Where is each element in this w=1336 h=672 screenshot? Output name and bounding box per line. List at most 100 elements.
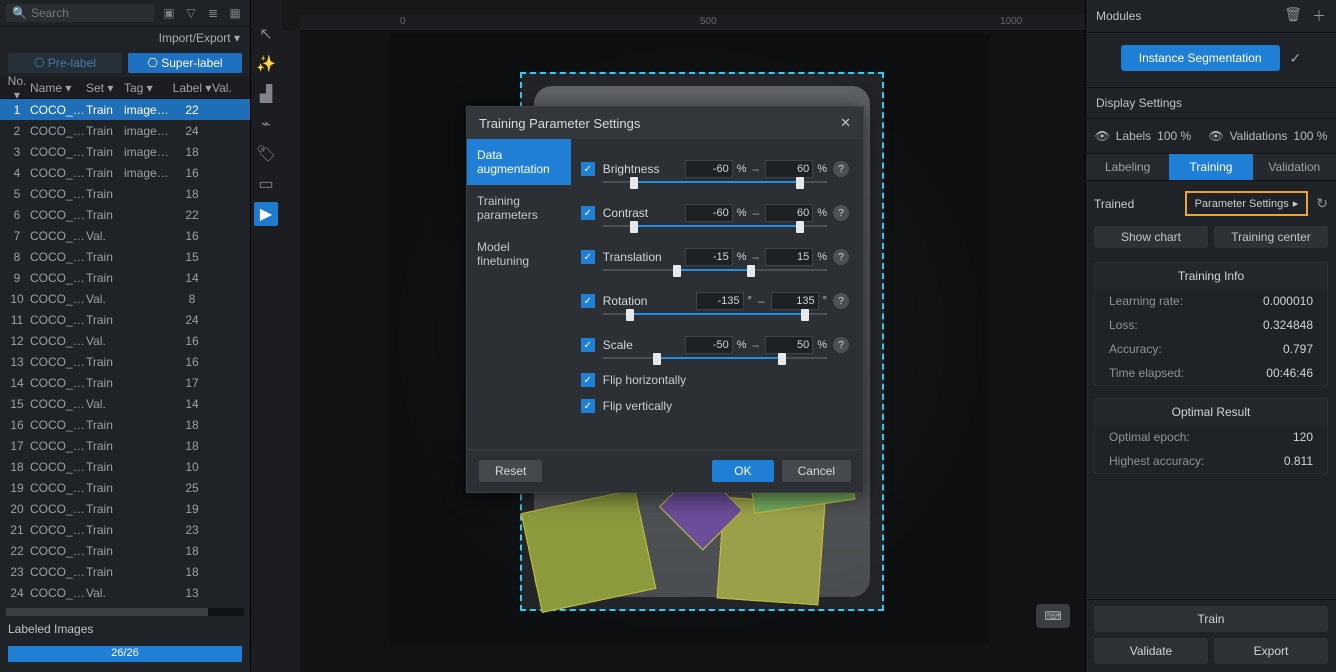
eye-icon[interactable]: 👁 bbox=[1095, 129, 1110, 143]
table-row[interactable]: 6COCO_v...Train22 bbox=[0, 204, 250, 225]
eye-icon[interactable]: 👁 bbox=[1208, 129, 1223, 143]
training-center-button[interactable]: Training center bbox=[1214, 226, 1328, 248]
checkbox[interactable]: ✓ bbox=[581, 399, 595, 413]
table-row[interactable]: 22COCO_v...Train18 bbox=[0, 540, 250, 561]
tag-icon[interactable]: 🏷 bbox=[254, 142, 278, 166]
stamp-icon[interactable]: ▟ bbox=[254, 82, 278, 106]
min-input[interactable] bbox=[685, 248, 733, 266]
table-hscroll[interactable] bbox=[6, 608, 244, 616]
col-no[interactable]: No. ▾ bbox=[4, 74, 30, 102]
train-button[interactable]: Train bbox=[1094, 606, 1328, 632]
reload-icon[interactable]: ↻ bbox=[1316, 195, 1328, 212]
table-row[interactable]: 11COCO_v...Train24 bbox=[0, 309, 250, 330]
marquee-icon[interactable]: ▭ bbox=[254, 172, 278, 196]
range-slider[interactable] bbox=[603, 353, 827, 363]
table-row[interactable]: 20COCO_v...Train19 bbox=[0, 498, 250, 519]
checkbox[interactable]: ✓ bbox=[581, 294, 595, 308]
list-toolbar: ▣ ▽ ≣ ▦ bbox=[160, 4, 244, 22]
max-input[interactable] bbox=[771, 292, 819, 310]
table-row[interactable]: 21COCO_v...Train23 bbox=[0, 519, 250, 540]
keyboard-icon[interactable]: ⌨ bbox=[1036, 604, 1070, 628]
table-row[interactable]: 23COCO_v...Train18 bbox=[0, 561, 250, 582]
parameter-settings-button[interactable]: Parameter Settings ▸ bbox=[1185, 191, 1309, 216]
table-row[interactable]: 17COCO_v...Train18 bbox=[0, 435, 250, 456]
prelabel-button[interactable]: ⎔ Pre-label bbox=[8, 53, 122, 73]
min-input[interactable] bbox=[696, 292, 744, 310]
wand-icon[interactable]: ✨ bbox=[254, 52, 278, 76]
superlabel-button[interactable]: ⎔ Super-label bbox=[128, 53, 242, 73]
min-input[interactable] bbox=[685, 336, 733, 354]
col-tag[interactable]: Tag ▾ bbox=[124, 81, 172, 95]
checkbox[interactable]: ✓ bbox=[581, 250, 595, 264]
show-chart-button[interactable]: Show chart bbox=[1094, 226, 1208, 248]
col-set[interactable]: Set ▾ bbox=[86, 81, 124, 95]
range-slider[interactable] bbox=[603, 265, 827, 275]
table-row[interactable]: 2COCO_v...Trainimage_...24 bbox=[0, 120, 250, 141]
module-pill[interactable]: Instance Segmentation bbox=[1121, 45, 1280, 71]
table-row[interactable]: 15COCO_v...Val.14 bbox=[0, 393, 250, 414]
min-input[interactable] bbox=[685, 204, 733, 222]
trash-icon[interactable]: 🗑 bbox=[1284, 6, 1302, 26]
kv-val: 00:46:46 bbox=[1266, 366, 1313, 380]
table-row[interactable]: 19COCO_v...Train25 bbox=[0, 477, 250, 498]
max-input[interactable] bbox=[765, 248, 813, 266]
import-export-menu[interactable]: Import/Export ▾ bbox=[0, 27, 250, 49]
modal-tab-finetuning[interactable]: Model finetuning bbox=[467, 231, 571, 277]
funnel-icon[interactable]: ▽ bbox=[182, 4, 200, 22]
close-icon[interactable]: ✕ bbox=[840, 115, 851, 131]
table-row[interactable]: 9COCO_v...Train14 bbox=[0, 267, 250, 288]
col-val[interactable]: Val. bbox=[212, 81, 242, 95]
checkbox[interactable]: ✓ bbox=[581, 373, 595, 387]
modal-tab-augmentation[interactable]: Data augmentation bbox=[467, 139, 571, 185]
check-icon[interactable]: ✓ bbox=[1290, 50, 1302, 67]
table-row[interactable]: 14COCO_v...Train17 bbox=[0, 372, 250, 393]
help-icon[interactable]: ? bbox=[833, 337, 849, 353]
checkbox[interactable]: ✓ bbox=[581, 206, 595, 220]
reset-button[interactable]: Reset bbox=[479, 460, 542, 482]
cursor-icon[interactable]: ↖ bbox=[254, 22, 278, 46]
checkbox[interactable]: ✓ bbox=[581, 338, 595, 352]
max-input[interactable] bbox=[765, 160, 813, 178]
cancel-button[interactable]: Cancel bbox=[782, 460, 851, 482]
plus-icon[interactable]: ＋ bbox=[1312, 6, 1326, 26]
ok-button[interactable]: OK bbox=[712, 460, 773, 482]
checkbox[interactable]: ✓ bbox=[581, 162, 595, 176]
table-row[interactable]: 4COCO_v...Trainimage_...16 bbox=[0, 162, 250, 183]
table-row[interactable]: 5COCO_v...Train18 bbox=[0, 183, 250, 204]
table-row[interactable]: 24COCO_v...Val.13 bbox=[0, 582, 250, 603]
max-input[interactable] bbox=[765, 204, 813, 222]
search-input[interactable]: 🔍 Search bbox=[6, 4, 154, 22]
min-input[interactable] bbox=[685, 160, 733, 178]
export-button[interactable]: Export bbox=[1214, 638, 1328, 664]
col-name[interactable]: Name ▾ bbox=[30, 81, 86, 95]
table-row[interactable]: 1COCO_v...Trainimage_...22 bbox=[0, 99, 250, 120]
table-row[interactable]: 12COCO_v...Val.16 bbox=[0, 330, 250, 351]
polyline-icon[interactable]: ⌁ bbox=[254, 112, 278, 136]
validate-button[interactable]: Validate bbox=[1094, 638, 1208, 664]
col-label[interactable]: Label ▾ bbox=[172, 81, 212, 95]
list-icon[interactable]: ≣ bbox=[204, 4, 222, 22]
modal-tab-training-params[interactable]: Training parameters bbox=[467, 185, 571, 231]
table-row[interactable]: 13COCO_v...Train16 bbox=[0, 351, 250, 372]
table-row[interactable]: 8COCO_v...Train15 bbox=[0, 246, 250, 267]
help-icon[interactable]: ? bbox=[833, 293, 849, 309]
table-row[interactable]: 10COCO_v...Val.8 bbox=[0, 288, 250, 309]
range-slider[interactable] bbox=[603, 177, 827, 187]
help-icon[interactable]: ? bbox=[833, 161, 849, 177]
grid-icon[interactable]: ▦ bbox=[226, 4, 244, 22]
help-icon[interactable]: ? bbox=[833, 249, 849, 265]
range-slider[interactable] bbox=[603, 309, 827, 319]
tab-training[interactable]: Training bbox=[1169, 154, 1252, 180]
range-slider[interactable] bbox=[603, 221, 827, 231]
advance-icon[interactable]: ▶ bbox=[254, 202, 278, 226]
tab-labeling[interactable]: Labeling bbox=[1086, 154, 1169, 180]
table-row[interactable]: 18COCO_v...Train10 bbox=[0, 456, 250, 477]
tab-validation[interactable]: Validation bbox=[1253, 154, 1336, 180]
table-row[interactable]: 16COCO_v...Train18 bbox=[0, 414, 250, 435]
max-input[interactable] bbox=[765, 336, 813, 354]
image-filter-icon[interactable]: ▣ bbox=[160, 4, 178, 22]
table-row[interactable]: 7COCO_v...Val.16 bbox=[0, 225, 250, 246]
aug-rotation: ✓Rotation°–°? bbox=[581, 279, 849, 323]
help-icon[interactable]: ? bbox=[833, 205, 849, 221]
table-row[interactable]: 3COCO_v...Trainimage_...18 bbox=[0, 141, 250, 162]
